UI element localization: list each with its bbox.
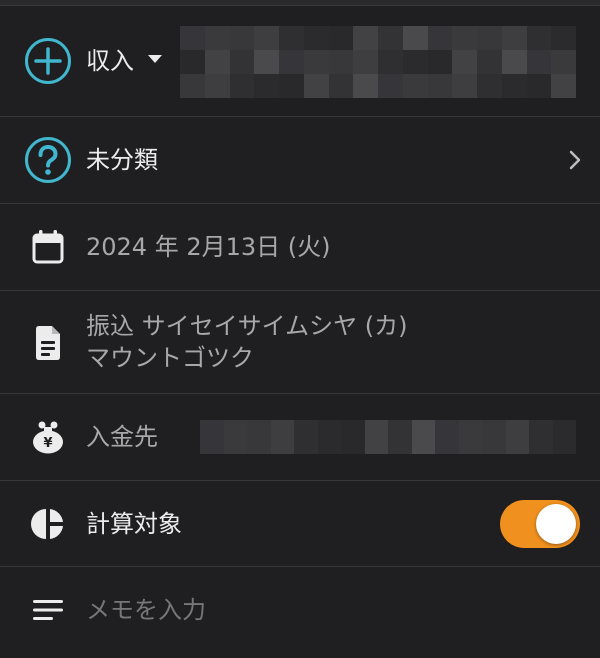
description-line2: マウントゴツク (86, 344, 254, 372)
mosaic-cell (477, 50, 502, 74)
mosaic-cell (353, 50, 378, 74)
mosaic-cell (353, 26, 378, 50)
description-row[interactable]: 振込 サイセイサイムシヤ (カ) マウントゴツク (0, 291, 600, 394)
deposit-account-value-redacted (200, 420, 576, 454)
mosaic-cell (341, 420, 365, 454)
mosaic-cell (458, 420, 482, 454)
deposit-account-label: 入金先 (86, 423, 158, 451)
question-circle-icon (24, 136, 72, 184)
mosaic-cell (294, 420, 318, 454)
toggle-knob (536, 504, 576, 544)
mosaic-cell (279, 26, 304, 50)
mosaic-cell (388, 420, 412, 454)
mosaic-cell (353, 74, 378, 98)
calculation-label: 計算対象 (86, 510, 182, 538)
mosaic-cell (477, 26, 502, 50)
mosaic-cell (501, 26, 527, 50)
mosaic-cell (378, 74, 403, 98)
mosaic-cell (501, 74, 527, 98)
type-row: 収入 (0, 6, 600, 117)
mosaic-cell (254, 74, 279, 98)
mosaic-cell (279, 50, 304, 74)
calculation-row: 計算対象 (0, 481, 600, 567)
mosaic-cell (317, 420, 341, 454)
deposit-account-row[interactable]: ¥ 入金先 (0, 394, 600, 481)
mosaic-cell (402, 74, 428, 98)
mosaic-cell (551, 50, 576, 74)
mosaic-cell (378, 26, 403, 50)
pie-chart-icon (24, 500, 72, 548)
category-label: 未分類 (86, 146, 158, 174)
date-row[interactable]: 2024 年 2月13日 (火) (0, 204, 600, 291)
date-text: 2024 年 2月13日 (火) (86, 233, 331, 261)
mosaic-cell (452, 50, 477, 74)
mosaic-cell (402, 26, 428, 50)
mosaic-cell (427, 26, 453, 50)
mosaic-cell (435, 420, 459, 454)
mosaic-cell (427, 74, 453, 98)
mosaic-cell (411, 420, 435, 454)
lines-icon (24, 586, 72, 634)
mosaic-cell (303, 74, 329, 98)
type-selector[interactable]: 収入 (86, 46, 162, 76)
mosaic-cell (229, 74, 255, 98)
plus-circle-icon[interactable] (24, 37, 72, 85)
mosaic-cell (247, 420, 271, 454)
mosaic-cell (204, 74, 230, 98)
mosaic-cell (229, 26, 255, 50)
description-line1: 振込 サイセイサイムシヤ (カ) (86, 312, 408, 340)
mosaic-cell (551, 74, 576, 98)
amount-field-redacted[interactable] (180, 26, 576, 98)
mosaic-cell (364, 420, 388, 454)
mosaic-cell (204, 50, 230, 74)
mosaic-cell (501, 50, 527, 74)
mosaic-cell (529, 420, 553, 454)
memo-row[interactable]: メモを入力 (0, 567, 600, 658)
mosaic-cell (279, 74, 304, 98)
mosaic-cell (328, 50, 354, 74)
mosaic-cell (180, 26, 205, 50)
mosaic-cell (254, 50, 279, 74)
chevron-right-icon (569, 150, 581, 170)
mosaic-cell (180, 50, 205, 74)
caret-down-icon (148, 55, 162, 63)
mosaic-cell (378, 50, 403, 74)
mosaic-cell (402, 50, 428, 74)
document-icon (24, 319, 72, 367)
mosaic-cell (223, 420, 247, 454)
mosaic-cell (200, 420, 224, 454)
mosaic-cell (552, 420, 576, 454)
mosaic-cell (526, 74, 552, 98)
mosaic-cell (303, 50, 329, 74)
mosaic-cell (551, 26, 576, 50)
mosaic-cell (254, 26, 279, 50)
type-selector-label: 収入 (86, 47, 134, 75)
mosaic-cell (204, 26, 230, 50)
mosaic-cell (303, 26, 329, 50)
mosaic-cell (477, 74, 502, 98)
mosaic-cell (526, 26, 552, 50)
mosaic-cell (427, 50, 453, 74)
calculation-toggle[interactable] (500, 500, 580, 548)
svg-text:¥: ¥ (43, 436, 52, 451)
mosaic-cell (452, 74, 477, 98)
calendar-icon (24, 223, 72, 271)
mosaic-cell (526, 50, 552, 74)
mosaic-cell (180, 74, 205, 98)
memo-input[interactable]: メモを入力 (86, 595, 206, 625)
mosaic-cell (452, 26, 477, 50)
money-bag-icon: ¥ (24, 413, 72, 461)
mosaic-cell (482, 420, 506, 454)
mosaic-cell (505, 420, 529, 454)
mosaic-cell (270, 420, 294, 454)
category-row[interactable]: 未分類 (0, 117, 600, 204)
mosaic-cell (328, 74, 354, 98)
mosaic-cell (328, 26, 354, 50)
mosaic-cell (229, 50, 255, 74)
